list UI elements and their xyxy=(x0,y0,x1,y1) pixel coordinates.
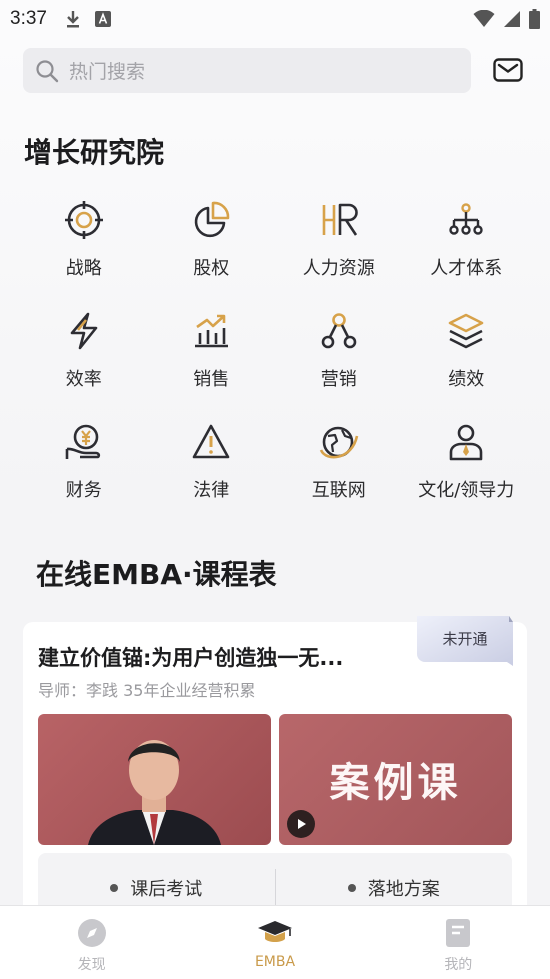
download-icon xyxy=(66,11,79,28)
not-activated-badge: 未开通 xyxy=(417,616,513,666)
category-label: 互联网 xyxy=(311,480,366,501)
nav-label: 发现 xyxy=(77,957,106,973)
a-notification-icon xyxy=(94,11,111,27)
nav-mine[interactable]: 我的 xyxy=(367,906,550,979)
finance-icon xyxy=(65,424,100,459)
compass-icon xyxy=(77,919,106,947)
lightning-icon xyxy=(70,312,98,350)
course-title: 建立价值锚:为用户创造独一无... xyxy=(38,646,344,670)
action-label: 课后考试 xyxy=(130,879,203,900)
category-label: 财务 xyxy=(65,480,102,501)
category-label: 文化/领导力 xyxy=(418,480,515,501)
category-label: 股权 xyxy=(193,258,230,279)
category-talent-system[interactable]: 人才体系 xyxy=(403,198,531,309)
category-law[interactable]: 法律 xyxy=(148,420,276,531)
category-label: 法律 xyxy=(193,480,230,501)
category-strategy[interactable]: 战略 xyxy=(20,198,148,309)
graduation-cap-icon xyxy=(257,921,292,942)
category-label: 效率 xyxy=(65,369,102,390)
tutor-portrait-image xyxy=(88,740,221,845)
nav-emba[interactable]: EMBA xyxy=(183,906,366,979)
search-bar[interactable]: 热门搜索 xyxy=(23,48,471,93)
category-label: 营销 xyxy=(320,369,357,390)
search-icon xyxy=(36,59,59,82)
battery-icon xyxy=(529,9,540,29)
network-icon xyxy=(321,313,357,349)
category-label: 人才体系 xyxy=(430,258,503,279)
course-card[interactable]: 建立价值锚:为用户创造独一无... 导师：李践 35年企业经营积累 未开通 案例… xyxy=(23,616,527,923)
pie-chart-icon xyxy=(195,201,230,238)
emba-section-title: 在线EMBA·课程表 xyxy=(36,558,277,591)
category-culture-leadership[interactable]: 文化/领导力 xyxy=(403,420,531,531)
status-time: 3:37 xyxy=(10,8,47,29)
growth-section-title: 增长研究院 xyxy=(24,136,165,169)
category-label: 战略 xyxy=(65,258,102,279)
play-icon xyxy=(298,819,306,829)
course-tutor: 导师：李践 35年企业经营积累 xyxy=(38,681,256,700)
mail-button[interactable] xyxy=(492,56,524,84)
category-grid: 战略 股权 人力资源 人才体系 效率 销售 营销 绩效 财务 法律 互联网 文化… xyxy=(20,198,530,531)
wifi-icon xyxy=(473,10,495,27)
leader-icon xyxy=(449,424,483,461)
action-label: 落地方案 xyxy=(367,879,440,900)
target-icon xyxy=(64,201,103,239)
play-button[interactable] xyxy=(287,810,315,838)
search-placeholder: 热门搜索 xyxy=(69,61,146,83)
nav-discover[interactable]: 发现 xyxy=(0,906,183,979)
category-internet[interactable]: 互联网 xyxy=(275,420,403,531)
hr-icon xyxy=(322,203,358,236)
bullet-icon xyxy=(110,884,119,892)
category-finance[interactable]: 财务 xyxy=(20,420,148,531)
org-chart-icon xyxy=(449,203,483,235)
category-hr[interactable]: 人力资源 xyxy=(275,198,403,309)
signal-icon xyxy=(504,11,520,27)
tutor-thumbnail[interactable] xyxy=(38,714,271,845)
case-course-label: 案例课 xyxy=(329,759,462,806)
badge-text: 未开通 xyxy=(442,630,488,648)
category-equity[interactable]: 股权 xyxy=(148,198,276,309)
mail-icon xyxy=(493,58,523,82)
globe-icon xyxy=(319,426,359,459)
layers-icon xyxy=(448,313,484,349)
category-label: 绩效 xyxy=(448,369,485,390)
category-efficiency[interactable]: 效率 xyxy=(20,309,148,420)
category-label: 人力资源 xyxy=(302,258,375,279)
category-label: 销售 xyxy=(193,369,230,390)
bottom-nav: 发现 EMBA 我的 xyxy=(0,905,550,979)
category-performance[interactable]: 绩效 xyxy=(403,309,531,420)
header-area: 热门搜索 增长研究院 战略 股权 人力资源 人才体系 效率 销售 营销 绩效 财… xyxy=(0,38,550,508)
category-marketing[interactable]: 营销 xyxy=(275,309,403,420)
nav-label: 我的 xyxy=(444,957,473,973)
sales-chart-icon xyxy=(195,314,229,348)
bullet-icon xyxy=(347,884,356,892)
warning-icon xyxy=(192,424,230,459)
case-course-thumbnail[interactable]: 案例课 xyxy=(279,714,512,845)
status-bar: 3:37 xyxy=(0,0,550,38)
document-icon xyxy=(446,919,471,947)
nav-label: EMBA xyxy=(254,954,296,970)
category-sales[interactable]: 销售 xyxy=(148,309,276,420)
